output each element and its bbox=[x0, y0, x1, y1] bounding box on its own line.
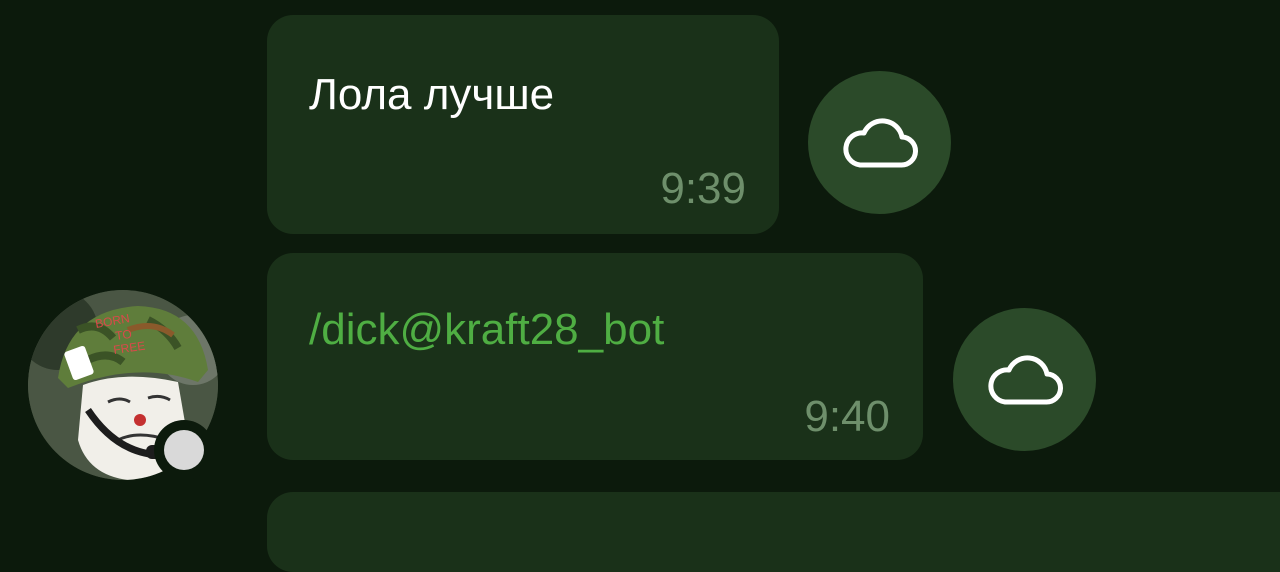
offline-status-dot bbox=[164, 430, 204, 470]
cloud-icon bbox=[842, 117, 918, 168]
message-bubble[interactable]: /dick@kraft28_bot 9:40 bbox=[267, 253, 923, 460]
message-time: 9:39 bbox=[660, 164, 746, 213]
bot-command-link[interactable]: /dick@kraft28_bot bbox=[309, 308, 664, 352]
message-time: 9:40 bbox=[804, 392, 890, 441]
save-to-cloud-button[interactable] bbox=[953, 308, 1096, 451]
online-status-indicator bbox=[154, 420, 214, 480]
message-bubble[interactable]: Лола лучше 9:39 bbox=[267, 15, 779, 234]
message-bubble[interactable] bbox=[267, 492, 1280, 572]
cloud-icon bbox=[987, 354, 1063, 405]
message-text: Лола лучше bbox=[309, 70, 555, 119]
save-to-cloud-button[interactable] bbox=[808, 71, 951, 214]
